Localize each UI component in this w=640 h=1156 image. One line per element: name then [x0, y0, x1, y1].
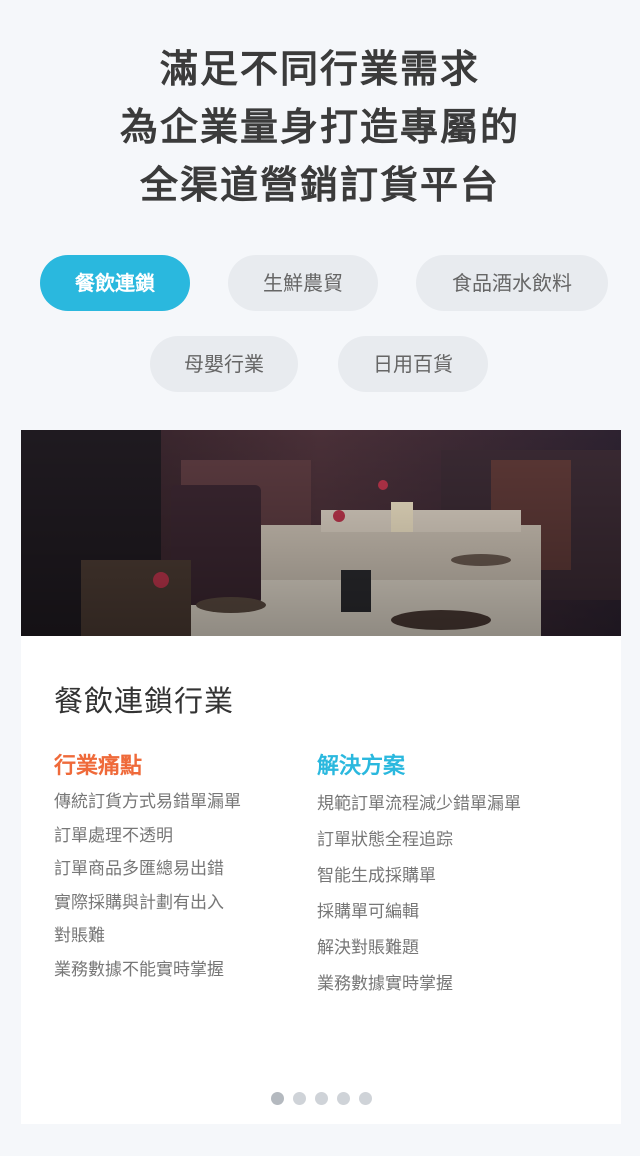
- carousel-dot[interactable]: [336, 1092, 350, 1105]
- solution-item: 規範訂單流程減少錯單漏單: [317, 794, 521, 814]
- solutions-column: 解決方案 規範訂單流程減少錯單漏單 訂單狀態全程追踪 智能生成採購單 採購單可編…: [317, 748, 521, 1002]
- solution-item: 解決對賬難題: [317, 938, 419, 958]
- tab-daily-goods[interactable]: 日用百貨: [338, 336, 488, 392]
- headline-line-3: 全渠道營銷訂貨平台: [139, 163, 500, 207]
- industry-card: 餐飲連鎖行業 行業痛點 傳統訂貨方式易錯單漏單 訂單處理不透明 訂單商品多匯總易…: [21, 430, 621, 1124]
- pain-point-item: 對賬難: [54, 926, 105, 946]
- pain-point-item: 業務數據不能實時掌握: [54, 959, 224, 980]
- headline-line-1: 滿足不同行業需求: [159, 47, 480, 91]
- carousel-dot[interactable]: [358, 1092, 372, 1105]
- carousel-pagination: [21, 1092, 621, 1106]
- pain-point-item: 訂單處理不透明: [54, 825, 173, 846]
- carousel-dot[interactable]: [314, 1092, 328, 1105]
- pain-points-column: 行業痛點 傳統訂貨方式易錯單漏單 訂單處理不透明 訂單商品多匯總易出錯 實際採購…: [54, 748, 241, 987]
- headline-line-2: 為企業量身打造專屬的: [119, 105, 520, 149]
- tab-fresh-produce[interactable]: 生鮮農貿: [228, 255, 378, 311]
- pain-point-item: 傳統訂貨方式易錯單漏單: [54, 792, 241, 812]
- solution-item: 訂單狀態全程追踪: [317, 830, 453, 850]
- tab-restaurant-chain[interactable]: 餐飲連鎖: [40, 255, 190, 311]
- industry-solutions-page: 滿足不同行業需求 為企業量身打造專屬的 全渠道營銷訂貨平台 餐飲連鎖 生鮮農貿 …: [0, 0, 640, 1156]
- pain-point-item: 實際採購與計劃有出入: [54, 892, 224, 913]
- pain-point-item: 訂單商品多匯總易出錯: [54, 859, 224, 879]
- carousel-dot[interactable]: [292, 1092, 306, 1105]
- restaurant-hero-image: [21, 430, 621, 636]
- headline: 滿足不同行業需求 為企業量身打造專屬的 全渠道營銷訂貨平台: [0, 40, 640, 214]
- industry-title: 餐飲連鎖行業: [54, 684, 235, 718]
- tab-maternal-infant[interactable]: 母嬰行業: [150, 336, 298, 392]
- solution-item: 業務數據實時掌握: [317, 974, 453, 994]
- pain-points-heading: 行業痛點: [54, 754, 143, 779]
- tab-food-beverage[interactable]: 食品酒水飲料: [416, 255, 608, 311]
- carousel-dot[interactable]: [270, 1092, 284, 1105]
- solution-item: 智能生成採購單: [317, 866, 436, 886]
- solutions-heading: 解決方案: [317, 754, 406, 779]
- solution-item: 採購單可編輯: [317, 902, 419, 922]
